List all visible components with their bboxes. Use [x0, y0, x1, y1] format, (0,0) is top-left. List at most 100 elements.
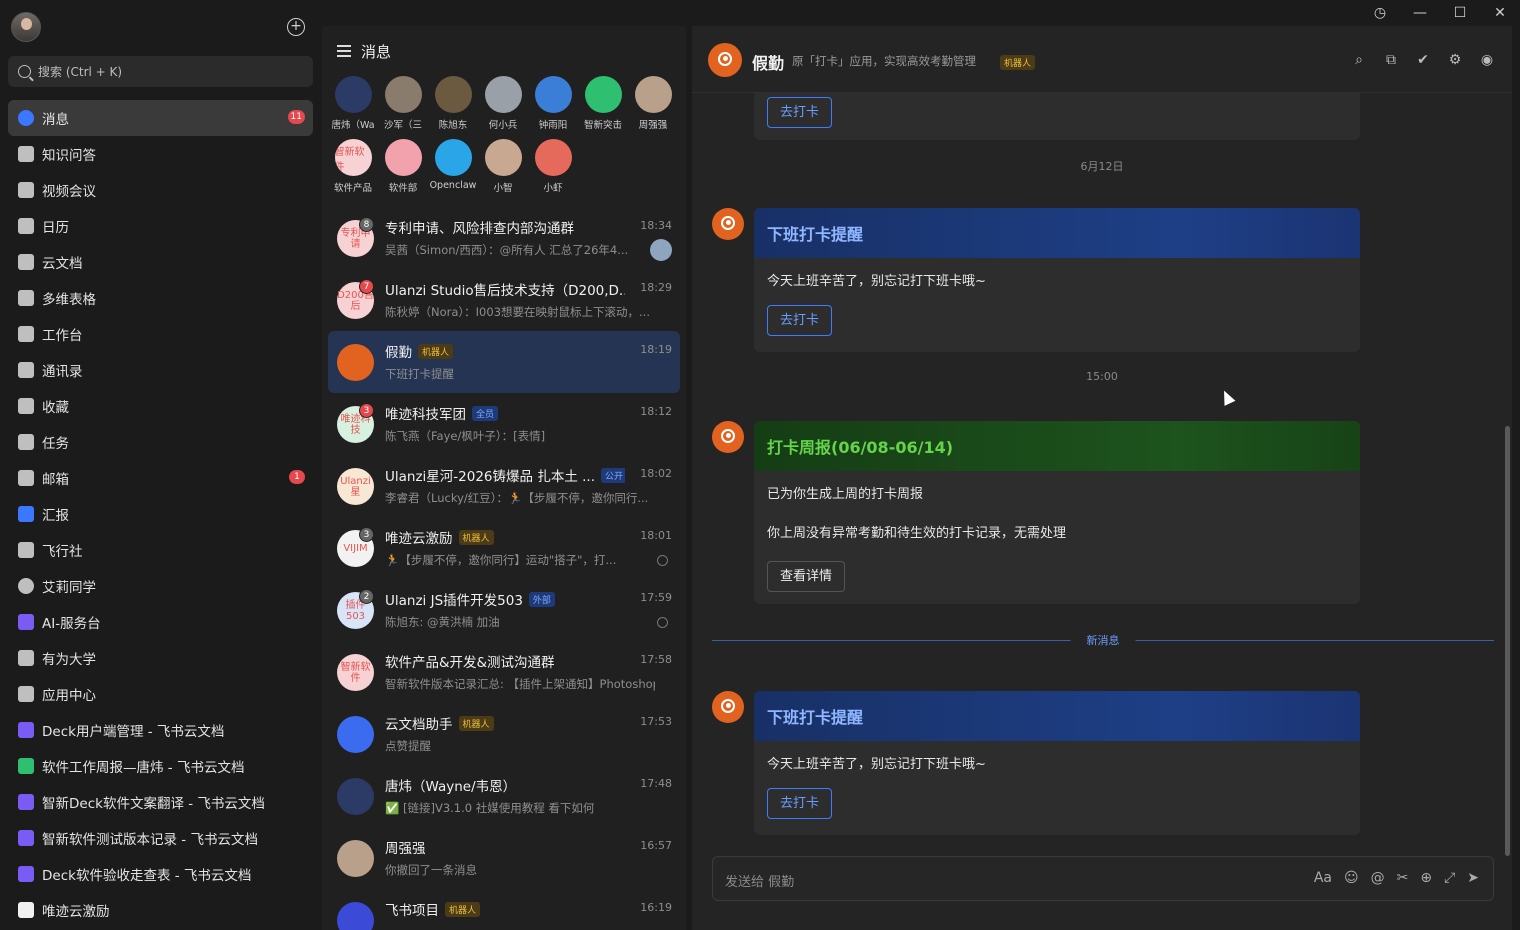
sidebar-item[interactable]: 飞行社 — [8, 532, 313, 568]
pinned-contact[interactable]: Openclaw — [428, 139, 478, 194]
bot-avatar[interactable] — [708, 43, 742, 77]
search-chat-icon[interactable]: ⌕ — [1350, 51, 1368, 69]
menu-icon[interactable] — [337, 45, 351, 57]
pinned-contact[interactable]: 小虾 — [528, 139, 578, 194]
clock-in-button[interactable]: 去打卡 — [767, 305, 833, 336]
message-card: 下班打卡提醒 今天上班辛苦了，别忘记打下班卡哦~ 去打卡 — [754, 691, 1360, 835]
clock-in-button[interactable]: 去打卡 — [767, 788, 833, 819]
send-icon[interactable]: ➤ — [1467, 870, 1479, 886]
expand-icon[interactable]: ⤢ — [1444, 870, 1455, 886]
sidebar-item[interactable]: 应用中心 — [8, 676, 313, 712]
share-icon[interactable]: ⧉ — [1382, 51, 1400, 69]
chat-item[interactable]: Ulanzi星 Ulanzi星河-2026铸爆品 扎本土 ... 公开 李睿君（Luc… — [328, 455, 680, 517]
profile-icon[interactable]: ◉ — [1478, 51, 1496, 69]
bot-tag: 机器人 — [1000, 55, 1036, 70]
sidebar-item[interactable]: 软件工作周报—唐炜 - 飞书云文档 — [8, 748, 313, 784]
sidebar-item[interactable]: AI-服务台 — [8, 604, 313, 640]
sidebar-item-label: Deck用户端管理 - 飞书云文档 — [42, 724, 225, 740]
avatar: 智新软件 — [337, 654, 374, 691]
sidebar-item[interactable]: 唯迹云激励 — [8, 892, 313, 928]
avatar — [337, 902, 374, 930]
sidebar-item[interactable]: 任务 — [8, 424, 313, 460]
clock-in-button[interactable]: 去打卡 — [767, 97, 833, 128]
sidebar-item[interactable]: 视频会议 — [8, 172, 313, 208]
bot-avatar[interactable] — [712, 208, 744, 240]
pinned-contact[interactable]: 沙军（三 — [378, 76, 428, 131]
avatar — [337, 716, 374, 753]
history-icon[interactable]: ◷ — [1360, 0, 1400, 26]
sidebar-item-label: 飞行社 — [42, 544, 83, 560]
pinned-contact[interactable]: 陈旭东 — [428, 76, 478, 131]
sidebar-item[interactable]: 有为大学 — [8, 640, 313, 676]
sidebar-item[interactable]: 知识问答 — [8, 136, 313, 172]
sidebar-item[interactable]: 智新软件测试版本记录 - 飞书云文档 — [8, 820, 313, 856]
format-icon[interactable]: Aa — [1314, 870, 1332, 886]
chat-item[interactable]: VIJIM 3 唯迹云激励 机器人 🏃【步履不停，邀你同行】运动"搭子"，打... 18:… — [328, 517, 680, 579]
chat-item[interactable]: 插件503 2 Ulanzi JS插件开发503 外部 陈旭东: @黄洪楠 加油 17:5… — [328, 579, 680, 641]
sidebar-item[interactable]: 日历 — [8, 208, 313, 244]
pinned-contact[interactable]: 智新软件 软件产品 — [328, 139, 378, 194]
message-input[interactable]: 发送给 假勤 Aa ☺ @ ✂ ⊕ ⤢ ➤ — [712, 856, 1494, 901]
chat-list-panel: 消息 唐炜（Wa 沙军（三 陈旭东 何小兵 钟雨阳 智新突击 周强强 智新软件 软件产品 软件部 O… — [322, 26, 686, 930]
bot-avatar[interactable] — [712, 421, 744, 453]
chat-title-text: Ulanzi星河-2026铸爆品 扎本土 ... — [385, 469, 595, 485]
chat-item[interactable]: D200售后 7 Ulanzi Studio售后技术支持（D200,D... 陈秋婷（… — [328, 269, 680, 331]
avatar[interactable] — [11, 12, 41, 42]
chat-item[interactable]: 专利申请 8 专利申请、风险排查内部沟通群 吴茜（Simon/西西）：@所有人 汇总了… — [328, 207, 680, 269]
card-text: 今天上班辛苦了，别忘记打下班卡哦~ — [767, 757, 986, 772]
pinned-contact[interactable]: 唐炜（Wa — [328, 76, 378, 131]
chat-title-text: 软件产品&开发&测试沟通群 — [385, 655, 555, 671]
sidebar-item[interactable]: 艾莉同学 — [8, 568, 313, 604]
pinned-contact-label: Openclaw — [429, 180, 477, 191]
maximize-button[interactable]: ☐ — [1440, 0, 1480, 26]
pinned-contact[interactable]: 智新突击 — [578, 76, 628, 131]
settings-icon[interactable]: ⚙ — [1446, 51, 1464, 69]
view-details-button[interactable]: 查看详情 — [767, 561, 846, 592]
sidebar-item[interactable]: 智新Deck软件文案翻译 - 飞书云文档 — [8, 784, 313, 820]
pinned-contact[interactable]: 小智 — [478, 139, 528, 194]
chat-header-actions: ⌕ ⧉ ✔ ⚙ ◉ — [1350, 51, 1496, 69]
sidebar-item[interactable]: Deck用户端管理 - 飞书云文档 — [8, 712, 313, 748]
chat-item[interactable]: 飞书项目 机器人 16:19 — [328, 889, 680, 930]
mention-icon[interactable]: @ — [1371, 870, 1385, 886]
chat-item[interactable]: 唯迹科技 3 唯迹科技军团 全员 陈飞燕（Faye/枫叶子）：[表情] 18:12 — [328, 393, 680, 455]
chat-item[interactable]: 假勤 机器人 下班打卡提醒 18:19 — [328, 331, 680, 393]
calendar-icon — [18, 218, 34, 234]
add-button[interactable]: + — [287, 18, 305, 36]
sidebar-item[interactable]: 收藏 — [8, 388, 313, 424]
pinned-contact[interactable]: 何小兵 — [478, 76, 528, 131]
close-button[interactable]: ✕ — [1480, 0, 1520, 26]
chat-item[interactable]: 周强强 你撤回了一条消息 16:57 — [328, 827, 680, 889]
chat-tag: 机器人 — [458, 716, 494, 731]
scrollbar[interactable] — [1505, 426, 1510, 856]
chat-time: 18:02 — [640, 467, 672, 480]
pinned-contact[interactable]: 周强强 — [628, 76, 678, 131]
chat-time: 17:59 — [640, 591, 672, 604]
minimize-button[interactable]: — — [1400, 0, 1440, 26]
sidebar-item[interactable]: 工作台 — [8, 316, 313, 352]
sidebar-item[interactable]: 云文档 — [8, 244, 313, 280]
add-icon[interactable]: ⊕ — [1420, 870, 1432, 886]
sidebar-item[interactable]: 多维表格 — [8, 280, 313, 316]
bot-avatar[interactable] — [712, 691, 744, 723]
done-icon[interactable]: ✔ — [1414, 51, 1432, 69]
pinned-contact[interactable]: 软件部 — [378, 139, 428, 194]
sidebar-item[interactable]: Deck软件验收走查表 - 飞书云文档 — [8, 856, 313, 892]
emoji-icon[interactable]: ☺ — [1344, 870, 1359, 886]
sidebar-item[interactable]: 通讯录 — [8, 352, 313, 388]
chat-preview: 李睿君（Lucky/红豆）：🏃【步履不停，邀你同行... — [385, 491, 649, 505]
chat-item[interactable]: 云文档助手 机器人 点赞提醒 17:53 — [328, 703, 680, 765]
mail-icon — [18, 470, 34, 486]
pinned-contact[interactable]: 钟雨阳 — [528, 76, 578, 131]
sidebar-item[interactable]: 消息 11 — [8, 100, 313, 136]
screenshot-icon[interactable]: ✂ — [1397, 870, 1409, 886]
chat-title: 专利申请、风险排查内部沟通群 — [385, 217, 625, 237]
sidebar: + 搜索 (Ctrl + K) 消息 11 知识问答 视频会议 日历 云文档 多维表格 工作台… — [0, 0, 322, 930]
date-divider: 6月12日 — [1080, 160, 1124, 173]
chat-item[interactable]: 唐炜（Wayne/韦恩） ✅ [链接]V3.1.0 社媒使用教程 看下如何 17:4… — [328, 765, 680, 827]
chat-item[interactable]: 智新软件 软件产品&开发&测试沟通群 智新软件版本记录汇总: 【插件上架通知】Pho… — [328, 641, 680, 703]
avatar — [634, 76, 672, 113]
sidebar-item[interactable]: 汇报 — [8, 496, 313, 532]
sidebar-item[interactable]: 邮箱 1 — [8, 460, 313, 496]
search-input[interactable]: 搜索 (Ctrl + K) — [8, 56, 313, 87]
